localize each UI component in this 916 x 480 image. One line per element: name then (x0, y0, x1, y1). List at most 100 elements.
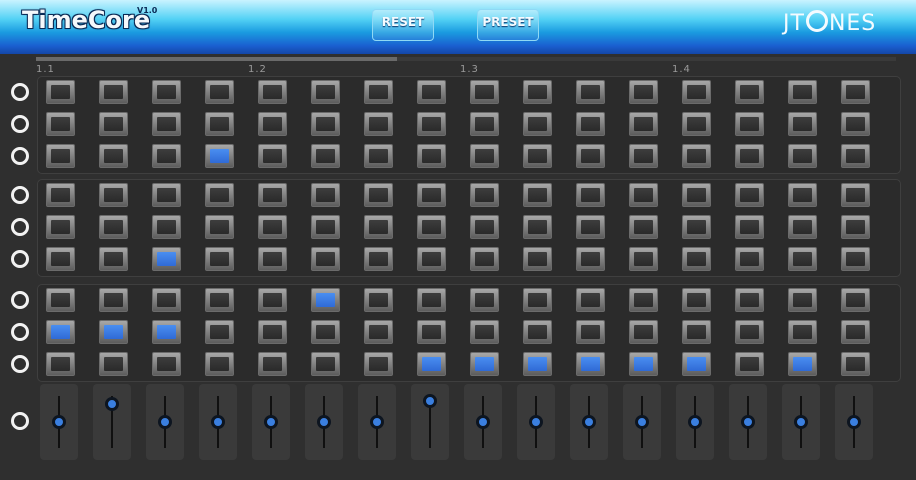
step-pad[interactable] (46, 144, 75, 168)
step-pad[interactable] (576, 144, 605, 168)
step-pad[interactable] (205, 247, 234, 271)
step-pad[interactable] (523, 112, 552, 136)
step-pad[interactable] (682, 183, 711, 207)
step-pad[interactable] (99, 247, 128, 271)
step-pad-active[interactable] (46, 320, 75, 344)
step-pad[interactable] (841, 352, 870, 376)
step-pad[interactable] (470, 247, 499, 271)
step-pad[interactable] (682, 80, 711, 104)
step-pad[interactable] (205, 215, 234, 239)
step-pad[interactable] (364, 144, 393, 168)
step-pad[interactable] (46, 288, 75, 312)
slider-row-toggle-button[interactable] (11, 412, 29, 430)
step-pad[interactable] (682, 288, 711, 312)
step-pad[interactable] (258, 288, 287, 312)
slider-knob[interactable] (476, 415, 490, 429)
step-pad[interactable] (788, 112, 817, 136)
slider-knob[interactable] (211, 415, 225, 429)
step-pad[interactable] (841, 112, 870, 136)
step-pad[interactable] (629, 112, 658, 136)
slider-knob[interactable] (794, 415, 808, 429)
step-pad[interactable] (46, 183, 75, 207)
step-pad[interactable] (205, 288, 234, 312)
step-pad-active[interactable] (205, 144, 234, 168)
step-pad[interactable] (576, 215, 605, 239)
slider-knob[interactable] (741, 415, 755, 429)
step-pad[interactable] (311, 352, 340, 376)
step-slider[interactable] (782, 384, 820, 460)
row-toggle-button[interactable] (11, 186, 29, 204)
step-pad[interactable] (99, 352, 128, 376)
step-pad[interactable] (841, 144, 870, 168)
step-pad[interactable] (205, 183, 234, 207)
step-pad[interactable] (735, 288, 764, 312)
step-pad[interactable] (417, 247, 446, 271)
step-pad[interactable] (841, 247, 870, 271)
step-pad-active[interactable] (417, 352, 446, 376)
slider-knob[interactable] (264, 415, 278, 429)
step-pad[interactable] (523, 80, 552, 104)
step-pad[interactable] (46, 215, 75, 239)
step-pad[interactable] (311, 183, 340, 207)
step-pad[interactable] (576, 112, 605, 136)
step-pad[interactable] (470, 144, 499, 168)
step-pad[interactable] (311, 215, 340, 239)
step-pad[interactable] (152, 352, 181, 376)
step-pad[interactable] (258, 112, 287, 136)
step-pad[interactable] (258, 183, 287, 207)
step-slider[interactable] (676, 384, 714, 460)
step-pad[interactable] (841, 80, 870, 104)
step-pad[interactable] (576, 183, 605, 207)
step-pad[interactable] (205, 352, 234, 376)
step-slider[interactable] (93, 384, 131, 460)
step-pad[interactable] (99, 112, 128, 136)
step-pad[interactable] (205, 320, 234, 344)
row-toggle-button[interactable] (11, 250, 29, 268)
step-pad[interactable] (364, 112, 393, 136)
slider-knob[interactable] (370, 415, 384, 429)
step-pad[interactable] (470, 320, 499, 344)
step-pad[interactable] (311, 80, 340, 104)
step-pad[interactable] (99, 80, 128, 104)
step-pad-active[interactable] (788, 352, 817, 376)
step-pad[interactable] (258, 247, 287, 271)
step-pad[interactable] (364, 247, 393, 271)
step-pad[interactable] (576, 247, 605, 271)
step-pad[interactable] (152, 80, 181, 104)
slider-knob[interactable] (529, 415, 543, 429)
step-pad[interactable] (788, 183, 817, 207)
step-pad[interactable] (735, 320, 764, 344)
step-pad[interactable] (364, 80, 393, 104)
step-pad[interactable] (99, 144, 128, 168)
step-pad[interactable] (629, 183, 658, 207)
slider-knob[interactable] (847, 415, 861, 429)
step-pad[interactable] (576, 80, 605, 104)
step-pad[interactable] (735, 215, 764, 239)
step-pad[interactable] (364, 215, 393, 239)
step-pad-active[interactable] (99, 320, 128, 344)
step-pad[interactable] (99, 183, 128, 207)
step-pad[interactable] (629, 320, 658, 344)
row-toggle-button[interactable] (11, 323, 29, 341)
step-pad[interactable] (629, 215, 658, 239)
step-pad[interactable] (470, 112, 499, 136)
step-pad[interactable] (682, 144, 711, 168)
step-pad[interactable] (470, 183, 499, 207)
step-pad[interactable] (46, 352, 75, 376)
step-pad[interactable] (205, 112, 234, 136)
step-pad[interactable] (682, 112, 711, 136)
row-toggle-button[interactable] (11, 355, 29, 373)
step-pad[interactable] (788, 247, 817, 271)
step-pad[interactable] (99, 288, 128, 312)
step-pad[interactable] (788, 215, 817, 239)
row-toggle-button[interactable] (11, 291, 29, 309)
step-pad[interactable] (470, 215, 499, 239)
step-pad[interactable] (417, 320, 446, 344)
reset-button[interactable]: RESET (372, 9, 434, 41)
slider-knob[interactable] (423, 394, 437, 409)
step-pad-active[interactable] (152, 320, 181, 344)
step-slider[interactable] (146, 384, 184, 460)
step-pad[interactable] (735, 144, 764, 168)
step-pad[interactable] (152, 183, 181, 207)
step-pad[interactable] (682, 247, 711, 271)
